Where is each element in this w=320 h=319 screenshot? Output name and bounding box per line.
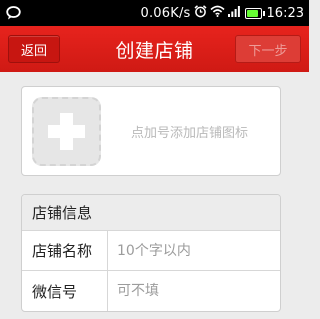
status-bar: 0.06K/s 16:23 bbox=[0, 0, 309, 26]
plus-icon bbox=[34, 99, 99, 164]
wechat-id-row: 微信号 bbox=[22, 271, 280, 311]
shop-name-label: 店铺名称 bbox=[22, 231, 108, 270]
page-title: 创建店铺 bbox=[115, 39, 194, 62]
shop-name-row: 店铺名称 bbox=[22, 231, 280, 271]
wifi-icon bbox=[209, 5, 225, 21]
wechat-id-label: 微信号 bbox=[22, 271, 108, 311]
status-right: 0.06K/s 16:23 bbox=[140, 4, 304, 22]
logo-upload-hint: 点加号添加店铺图标 bbox=[131, 126, 249, 141]
back-button[interactable]: 返回 bbox=[8, 35, 60, 63]
shop-logo-upload[interactable]: 点加号添加店铺图标 bbox=[21, 86, 281, 176]
network-speed: 0.06K/s bbox=[140, 5, 191, 21]
title-bar: 返回 创建店铺 下一步 bbox=[0, 26, 309, 72]
shop-name-input[interactable] bbox=[108, 231, 280, 270]
battery-level bbox=[246, 9, 258, 17]
alarm-icon bbox=[194, 4, 207, 22]
signal-icon bbox=[227, 5, 240, 21]
chat-notification-icon bbox=[6, 6, 21, 20]
next-step-button[interactable]: 下一步 bbox=[235, 35, 301, 63]
logo-placeholder[interactable] bbox=[32, 97, 101, 166]
battery-icon bbox=[244, 7, 265, 19]
shop-info-card: 店铺信息 店铺名称 微信号 bbox=[21, 194, 281, 312]
status-left bbox=[6, 6, 21, 20]
clock: 16:23 bbox=[266, 5, 304, 21]
shop-info-header: 店铺信息 bbox=[22, 195, 280, 231]
wechat-id-input[interactable] bbox=[108, 271, 280, 311]
